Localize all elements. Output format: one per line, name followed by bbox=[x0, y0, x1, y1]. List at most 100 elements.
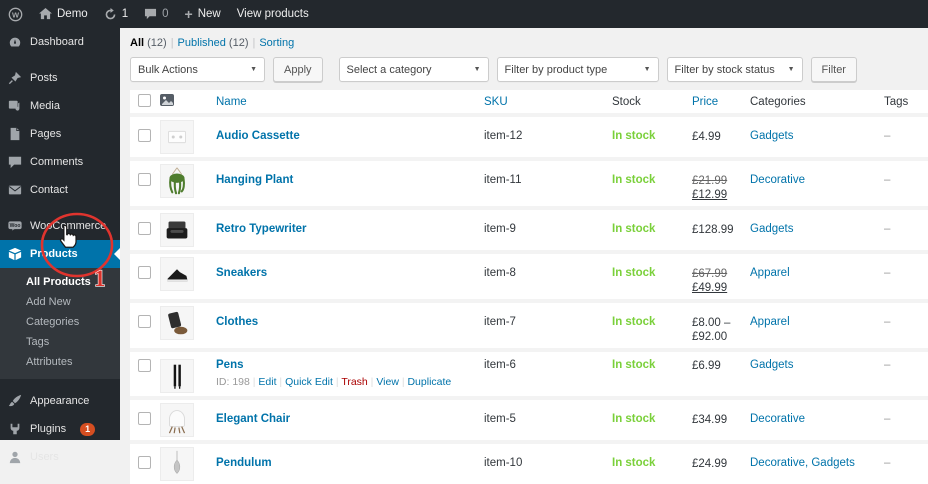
row-action-edit[interactable]: Edit bbox=[258, 376, 276, 388]
product-row: Elegant Chair item-5 In stock £34.99 Decorat… bbox=[130, 396, 928, 442]
select-all-checkbox[interactable] bbox=[138, 93, 151, 107]
comments-menu[interactable]: 0 bbox=[136, 0, 176, 28]
column-header-name[interactable]: Name bbox=[216, 90, 484, 116]
product-name-link[interactable]: Hanging Plant bbox=[216, 174, 293, 186]
category-link[interactable]: Apparel bbox=[750, 267, 790, 279]
user-icon bbox=[8, 450, 22, 464]
product-name-link[interactable]: Elegant Chair bbox=[216, 413, 290, 425]
submenu-item-add-new[interactable]: Add New bbox=[0, 292, 120, 312]
sidebar-item-label: Users bbox=[30, 450, 59, 463]
filter-button[interactable]: Filter bbox=[810, 57, 857, 82]
category-link[interactable]: Decorative, Gadgets bbox=[750, 457, 855, 469]
row-action-duplicate[interactable]: Duplicate bbox=[407, 376, 451, 388]
submenu-item-all-products[interactable]: All Products bbox=[0, 272, 120, 292]
sku-value: item-9 bbox=[484, 223, 516, 235]
column-header-price[interactable]: Price bbox=[692, 90, 750, 116]
svg-text:Woo: Woo bbox=[10, 223, 21, 229]
stock-status: In stock bbox=[612, 174, 656, 186]
column-header-categories: Categories bbox=[750, 90, 884, 116]
sneaker-thumbnail[interactable] bbox=[160, 257, 194, 291]
tags-empty-value: – bbox=[884, 413, 891, 425]
image-icon bbox=[160, 94, 174, 106]
product-name-link[interactable]: Pendulum bbox=[216, 457, 272, 469]
row-action-view[interactable]: View bbox=[376, 376, 399, 388]
stock-status-filter-select[interactable]: Filter by stock status ▼ bbox=[666, 57, 803, 82]
row-checkbox[interactable] bbox=[138, 222, 151, 235]
tab-sorting[interactable]: Sorting bbox=[259, 37, 294, 49]
cassette-thumbnail[interactable] bbox=[160, 120, 194, 154]
submenu-item-attributes[interactable]: Attributes bbox=[0, 352, 120, 372]
row-action-quick-edit[interactable]: Quick Edit bbox=[285, 376, 333, 388]
sidebar-item-media[interactable]: Media bbox=[0, 92, 120, 120]
sidebar-item-appearance[interactable]: Appearance bbox=[0, 387, 120, 415]
category-link[interactable]: Decorative bbox=[750, 174, 805, 186]
tab-separator: | bbox=[170, 37, 174, 49]
plant-thumbnail[interactable] bbox=[160, 164, 194, 198]
site-menu[interactable]: Demo bbox=[31, 0, 96, 28]
view-products-link[interactable]: View products bbox=[229, 0, 317, 28]
sidebar-item-label: Posts bbox=[30, 71, 58, 84]
sidebar-item-label: Appearance bbox=[30, 394, 90, 407]
updates-menu[interactable]: 1 bbox=[96, 0, 136, 28]
stock-status: In stock bbox=[612, 316, 656, 328]
site-name: Demo bbox=[57, 8, 88, 20]
woocommerce-icon: Woo bbox=[8, 219, 22, 233]
sidebar-item-pages[interactable]: Pages bbox=[0, 120, 120, 148]
new-content-menu[interactable]: + New bbox=[177, 0, 229, 28]
pendulum-thumbnail[interactable] bbox=[160, 447, 194, 481]
category-link[interactable]: Gadgets bbox=[750, 130, 793, 142]
row-checkbox[interactable] bbox=[138, 412, 151, 425]
wordpress-logo-icon[interactable]: W bbox=[0, 0, 31, 28]
row-checkbox[interactable] bbox=[138, 359, 151, 372]
category-link[interactable]: Gadgets bbox=[750, 359, 793, 371]
product-name-link[interactable]: Retro Typewriter bbox=[216, 223, 307, 235]
row-checkbox[interactable] bbox=[138, 173, 151, 186]
table-header-row: Name SKU Stock Price Categories Tags bbox=[130, 90, 928, 116]
sidebar-item-products[interactable]: Products bbox=[0, 240, 120, 268]
product-type-filter-select[interactable]: Filter by product type ▼ bbox=[496, 57, 659, 82]
product-name-link[interactable]: Sneakers bbox=[216, 267, 267, 279]
apply-button[interactable]: Apply bbox=[273, 57, 323, 82]
bulk-actions-select[interactable]: Bulk Actions ▼ bbox=[130, 57, 265, 82]
sidebar-item-plugins[interactable]: Plugins 1 bbox=[0, 415, 120, 443]
stock-status: In stock bbox=[612, 413, 656, 425]
row-checkbox[interactable] bbox=[138, 129, 151, 142]
status-tabs: All (12) | Published (12) | Sorting bbox=[130, 36, 928, 50]
sidebar-item-woocommerce[interactable]: Woo WooCommerce bbox=[0, 212, 120, 240]
price-value: £24.99 bbox=[692, 458, 728, 470]
sku-value: item-7 bbox=[484, 316, 516, 328]
category-link[interactable]: Decorative bbox=[750, 413, 805, 425]
product-name-link[interactable]: Pens bbox=[216, 359, 244, 371]
tags-empty-value: – bbox=[884, 174, 891, 186]
sidebar-item-contact[interactable]: Contact bbox=[0, 176, 120, 204]
sidebar-item-posts[interactable]: Posts bbox=[0, 64, 120, 92]
column-header-sku[interactable]: SKU bbox=[484, 90, 612, 116]
product-name-link[interactable]: Audio Cassette bbox=[216, 130, 300, 142]
sidebar-item-users[interactable]: Users bbox=[0, 443, 120, 471]
pens-thumbnail[interactable] bbox=[160, 359, 194, 393]
update-count-badge: 1 bbox=[80, 422, 96, 436]
sku-value: item-8 bbox=[484, 267, 516, 279]
product-row: Pendulum item-10 In stock £24.99 Decorative,… bbox=[130, 440, 928, 484]
row-action-trash[interactable]: Trash bbox=[341, 376, 367, 388]
submenu-item-categories[interactable]: Categories bbox=[0, 312, 120, 332]
row-checkbox[interactable] bbox=[138, 456, 151, 469]
typewriter-thumbnail[interactable] bbox=[160, 213, 194, 247]
tab-all[interactable]: All (12) bbox=[130, 37, 167, 49]
product-name-link[interactable]: Clothes bbox=[216, 316, 258, 328]
tab-published[interactable]: Published (12) bbox=[178, 37, 249, 49]
action-separator: | bbox=[276, 376, 286, 388]
clothes-thumbnail[interactable] bbox=[160, 306, 194, 340]
menu-separator bbox=[0, 379, 120, 387]
sku-value: item-12 bbox=[484, 130, 523, 142]
sidebar-item-comments[interactable]: Comments bbox=[0, 148, 120, 176]
row-checkbox[interactable] bbox=[138, 266, 151, 279]
sidebar-item-dashboard[interactable]: Dashboard bbox=[0, 28, 120, 56]
category-filter-select[interactable]: Select a category ▼ bbox=[338, 57, 489, 82]
chair-thumbnail[interactable] bbox=[160, 403, 194, 437]
row-checkbox[interactable] bbox=[138, 315, 151, 328]
submenu-item-tags[interactable]: Tags bbox=[0, 332, 120, 352]
category-link[interactable]: Apparel bbox=[750, 316, 790, 328]
category-link[interactable]: Gadgets bbox=[750, 223, 793, 235]
tab-count: (12) bbox=[147, 37, 167, 49]
